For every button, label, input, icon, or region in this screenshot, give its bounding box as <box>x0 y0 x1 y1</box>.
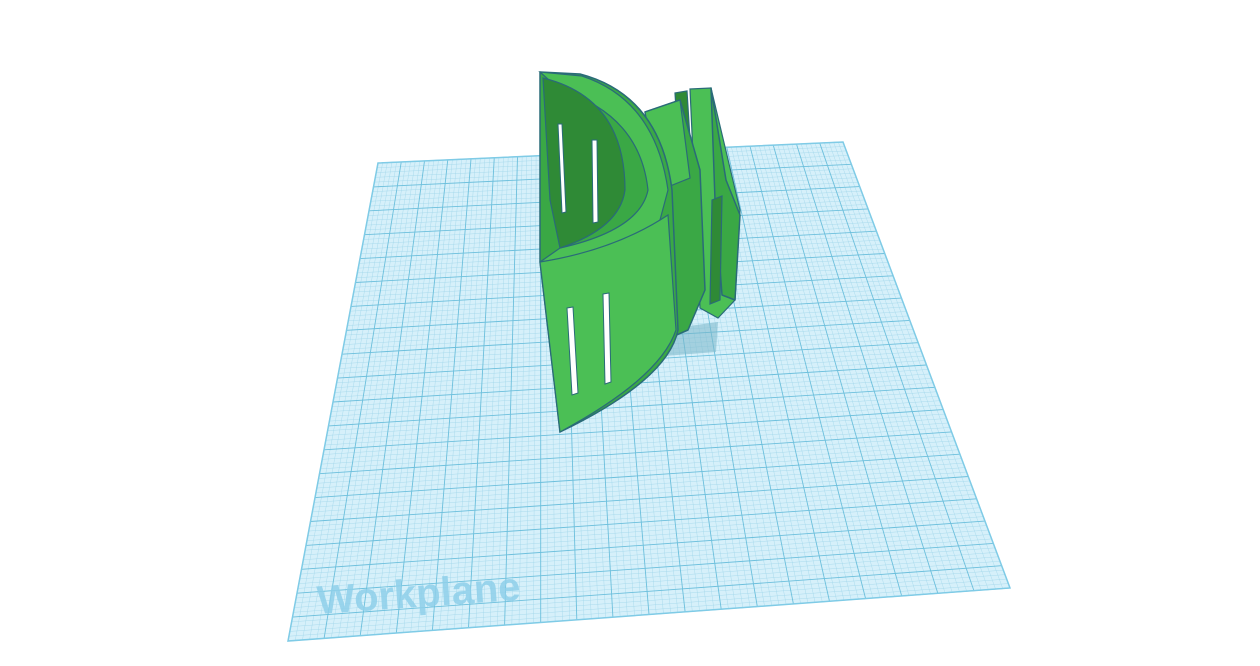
right-tab-slot <box>709 195 723 305</box>
3d-viewport[interactable]: Workplane <box>0 0 1260 666</box>
scene-canvas[interactable]: Workplane <box>0 0 1260 666</box>
front-slot-right <box>602 292 612 385</box>
inner-slot-right <box>591 139 599 224</box>
